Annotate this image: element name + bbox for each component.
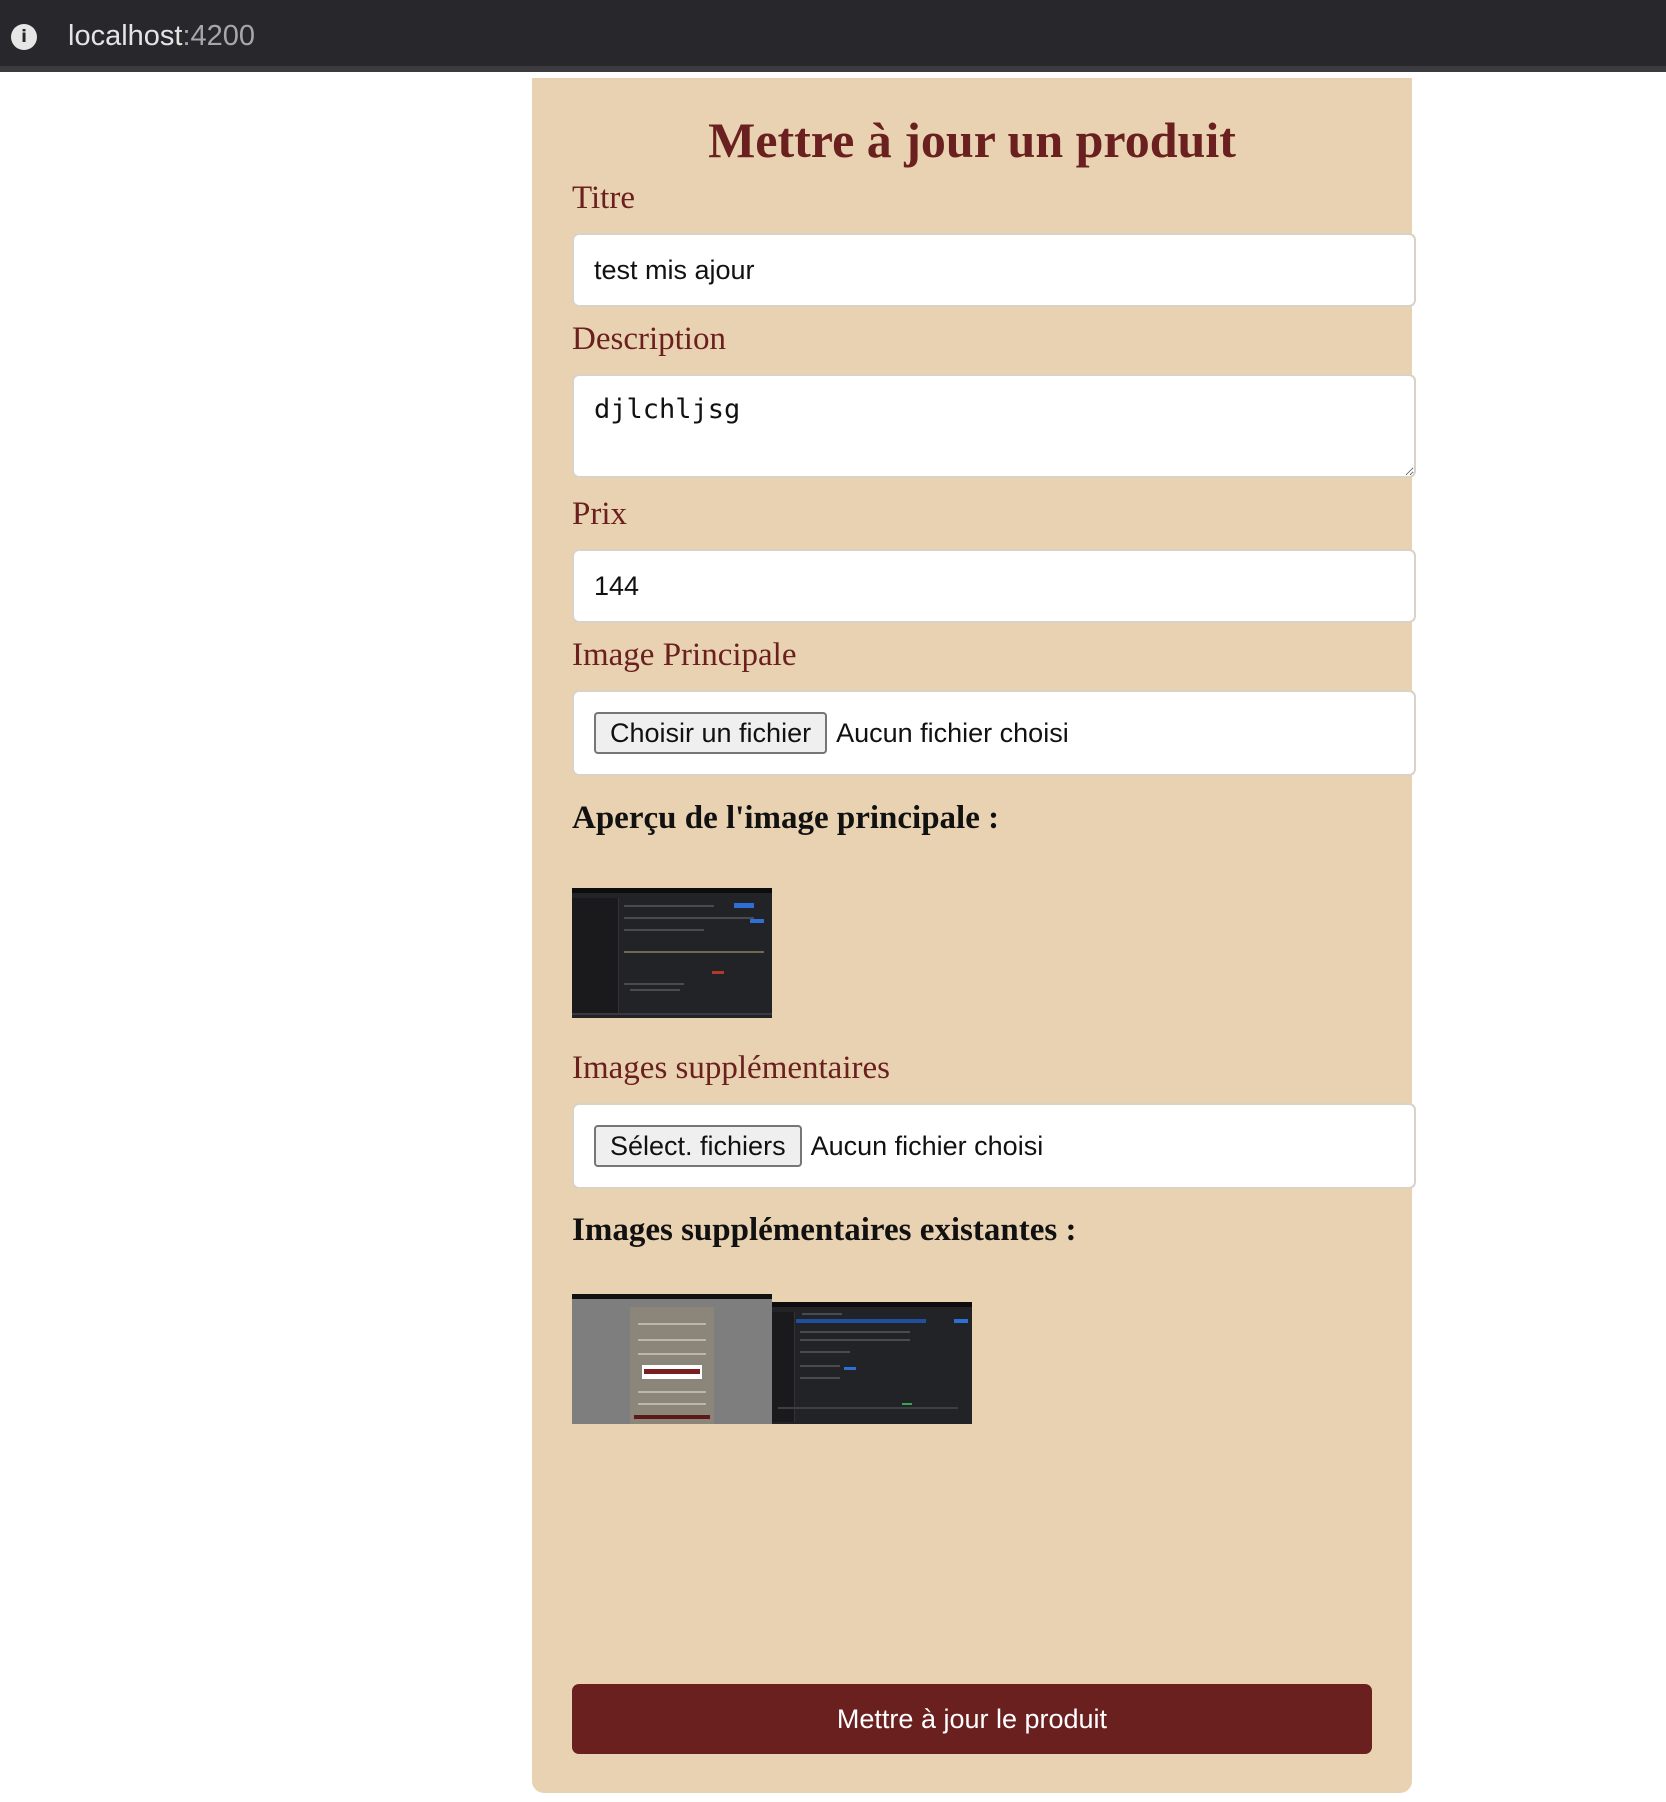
preview-blue-field [796,1319,926,1323]
preview-line [638,1403,706,1405]
description-label: Description [572,321,726,357]
titre-input[interactable] [572,233,1416,307]
preview-line [800,1377,840,1379]
description-textarea[interactable]: djlchljsg [572,374,1416,478]
preview-line [800,1365,840,1367]
preview-line [624,951,764,953]
page-title: Mettre à jour un produit [708,112,1236,168]
preview-red-button [644,1369,700,1374]
preview-line [624,983,684,985]
images-existantes-heading: Images supplémentaires existantes : [572,1212,1077,1248]
preview-line [638,1323,706,1325]
preview-line [802,1313,842,1315]
image-principale-label: Image Principale [572,637,797,673]
preview-sidebar [572,898,619,1013]
url-port: :4200 [182,20,256,52]
preview-line [624,929,704,931]
image-principale-file-input[interactable]: Choisir un fichier Aucun fichier choisi [572,690,1416,776]
choose-file-button[interactable]: Choisir un fichier [594,712,828,754]
browser-address-bar: i localhost:4200 [0,0,1666,72]
preview-line [638,1339,706,1341]
images-supp-file-status: Aucun fichier choisi [810,1130,1044,1161]
preview-status-line [778,1407,958,1409]
preview-dark-button [634,1415,710,1419]
update-product-form: Mettre à jour un produit Titre Descripti… [532,78,1416,1793]
image-principale-file-status: Aucun fichier choisi [836,717,1069,748]
preview-line [800,1351,850,1353]
existing-image-thumbnail-2 [772,1302,972,1424]
main-image-preview [572,888,772,1018]
preview-blue-button [954,1319,968,1323]
prix-label: Prix [572,496,628,532]
images-supp-label: Images supplémentaires [572,1050,890,1086]
preview-red-mark [712,971,724,974]
preview-line [800,1339,910,1341]
preview-line [624,905,714,907]
info-icon[interactable]: i [11,24,37,50]
preview-blue-button [750,919,764,923]
preview-sidebar [772,1312,795,1422]
preview-line [630,989,680,991]
existing-image-thumbnail-1 [572,1294,772,1424]
preview-line [638,1353,706,1355]
prix-input[interactable] [572,549,1416,623]
preview-status-line [572,1013,772,1015]
preview-line [638,1391,706,1393]
images-supp-file-input[interactable]: Sélect. fichiers Aucun fichier choisi [572,1103,1416,1189]
preview-line [624,917,754,919]
preview-green-mark [902,1403,912,1405]
apercu-heading: Aperçu de l'image principale : [572,800,1000,836]
select-files-button[interactable]: Sélect. fichiers [594,1125,802,1167]
update-product-button[interactable]: Mettre à jour le produit [572,1684,1372,1754]
preview-blue-tag [844,1367,856,1370]
preview-blue-button [734,903,754,908]
url-host: localhost [68,20,183,52]
url-text[interactable]: localhost:4200 [68,18,255,54]
titre-label: Titre [572,180,635,216]
preview-line [800,1331,910,1333]
